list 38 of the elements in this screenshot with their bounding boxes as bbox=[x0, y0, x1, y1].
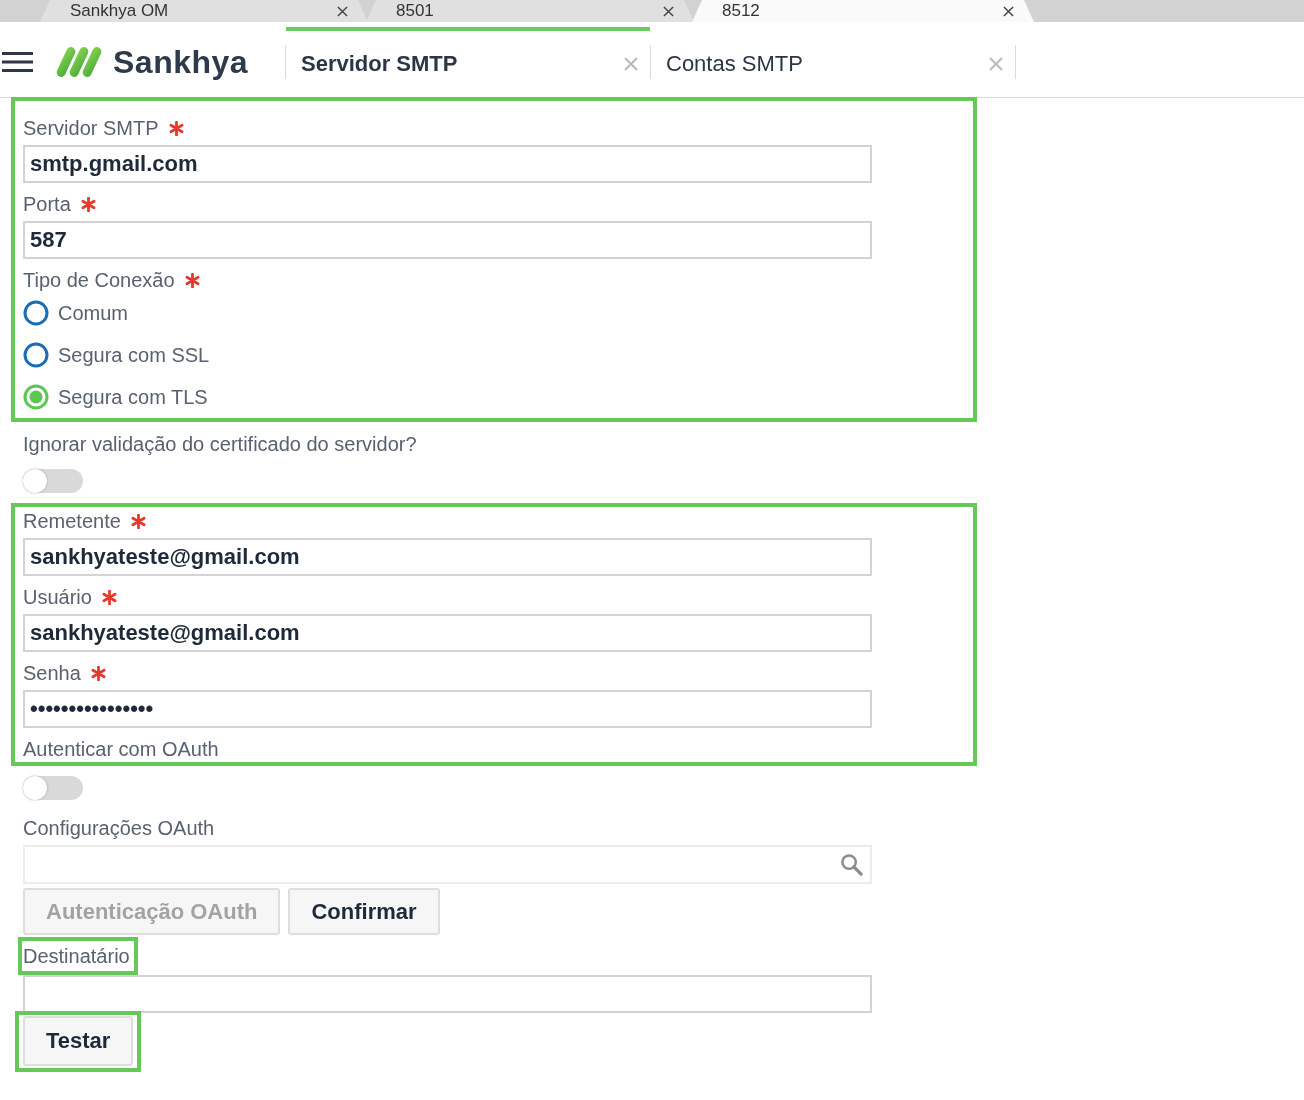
radio-button[interactable] bbox=[23, 300, 49, 326]
field-label: Ignorar validação do certificado do servidor? bbox=[23, 432, 417, 456]
toggle-switch[interactable] bbox=[23, 469, 83, 493]
close-icon[interactable] bbox=[337, 5, 348, 17]
field-label: Autenticar com OAuth bbox=[23, 737, 219, 761]
field-label: Remetente bbox=[23, 509, 121, 533]
text-field[interactable]: smtp.gmail.com bbox=[23, 145, 872, 183]
action-button[interactable]: Confirmar bbox=[288, 888, 440, 935]
close-icon[interactable] bbox=[663, 5, 674, 17]
menu-icon[interactable] bbox=[2, 52, 33, 72]
browser-tab[interactable]: Sankhya OM bbox=[40, 0, 368, 22]
text-field[interactable]: sankhyateste@gmail.com bbox=[23, 614, 872, 652]
field-label: Tipo de Conexão bbox=[23, 268, 175, 292]
field-label: Senha bbox=[23, 661, 81, 685]
radio-button[interactable] bbox=[23, 384, 49, 410]
field-label: Porta bbox=[23, 192, 71, 216]
field-label: Destinatário bbox=[23, 944, 130, 968]
field-label: Configurações OAuth bbox=[23, 816, 215, 840]
text-field[interactable]: sankhyateste@gmail.com bbox=[23, 538, 872, 576]
close-icon[interactable] bbox=[1003, 5, 1014, 17]
radio-label[interactable]: Segura com TLS bbox=[58, 385, 208, 409]
browser-tab[interactable]: 8512 bbox=[692, 0, 1034, 22]
field-label: Servidor SMTP bbox=[23, 116, 159, 140]
field-label: Usuário bbox=[23, 585, 92, 609]
radio-button[interactable] bbox=[23, 342, 49, 368]
tab[interactable]: Servidor SMTP bbox=[286, 27, 650, 97]
text-field[interactable] bbox=[23, 975, 872, 1013]
toggle-switch[interactable] bbox=[23, 776, 83, 800]
tab[interactable]: Contas SMTP bbox=[651, 27, 1015, 97]
radio-label[interactable]: Comum bbox=[58, 301, 128, 325]
radio-label[interactable]: Segura com SSL bbox=[58, 343, 210, 367]
browser-tab[interactable]: 8501 bbox=[366, 0, 694, 22]
text-field[interactable]: 587 bbox=[23, 221, 872, 259]
search-icon[interactable] bbox=[840, 853, 863, 876]
password-field[interactable]: •••••••••••••••• bbox=[23, 690, 872, 728]
brand-name: Sankhya bbox=[113, 43, 249, 81]
search-field[interactable] bbox=[23, 845, 872, 884]
action-button[interactable]: Testar bbox=[23, 1016, 134, 1066]
